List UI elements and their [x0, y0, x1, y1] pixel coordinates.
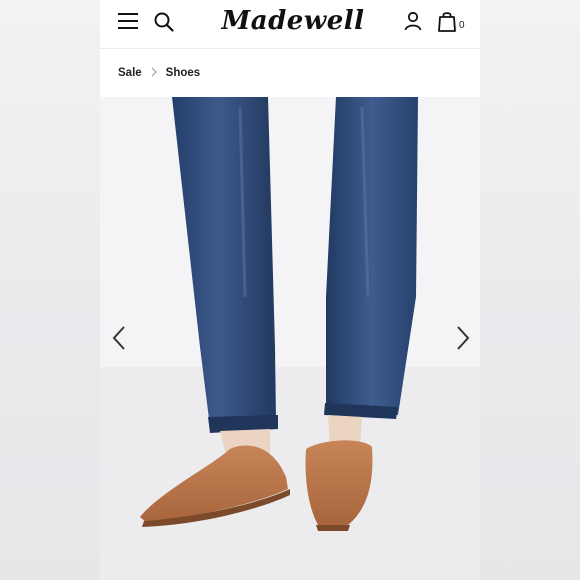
shopping-bag-icon[interactable] — [436, 9, 458, 33]
product-image[interactable] — [100, 97, 480, 580]
mobile-page: Madewell 0 Sale Shoes — [100, 0, 480, 580]
product-photo — [100, 97, 480, 580]
bag-count-badge: 0 — [459, 20, 465, 31]
chevron-left-icon — [112, 326, 125, 350]
left-backdrop — [0, 0, 100, 580]
chevron-right-icon — [457, 326, 470, 350]
breadcrumb: Sale Shoes — [100, 49, 480, 97]
site-header: Madewell 0 — [100, 0, 480, 49]
right-backdrop — [480, 0, 580, 580]
search-icon[interactable] — [153, 11, 175, 33]
breadcrumb-item-shoes[interactable]: Shoes — [166, 67, 201, 79]
hamburger-menu-icon[interactable] — [118, 13, 138, 29]
user-icon[interactable] — [402, 10, 424, 32]
brand-logo[interactable]: Madewell — [218, 4, 368, 38]
carousel-next-button[interactable] — [450, 323, 474, 353]
chevron-right-icon — [150, 66, 158, 80]
carousel-prev-button[interactable] — [108, 323, 132, 353]
breadcrumb-item-sale[interactable]: Sale — [118, 67, 142, 79]
